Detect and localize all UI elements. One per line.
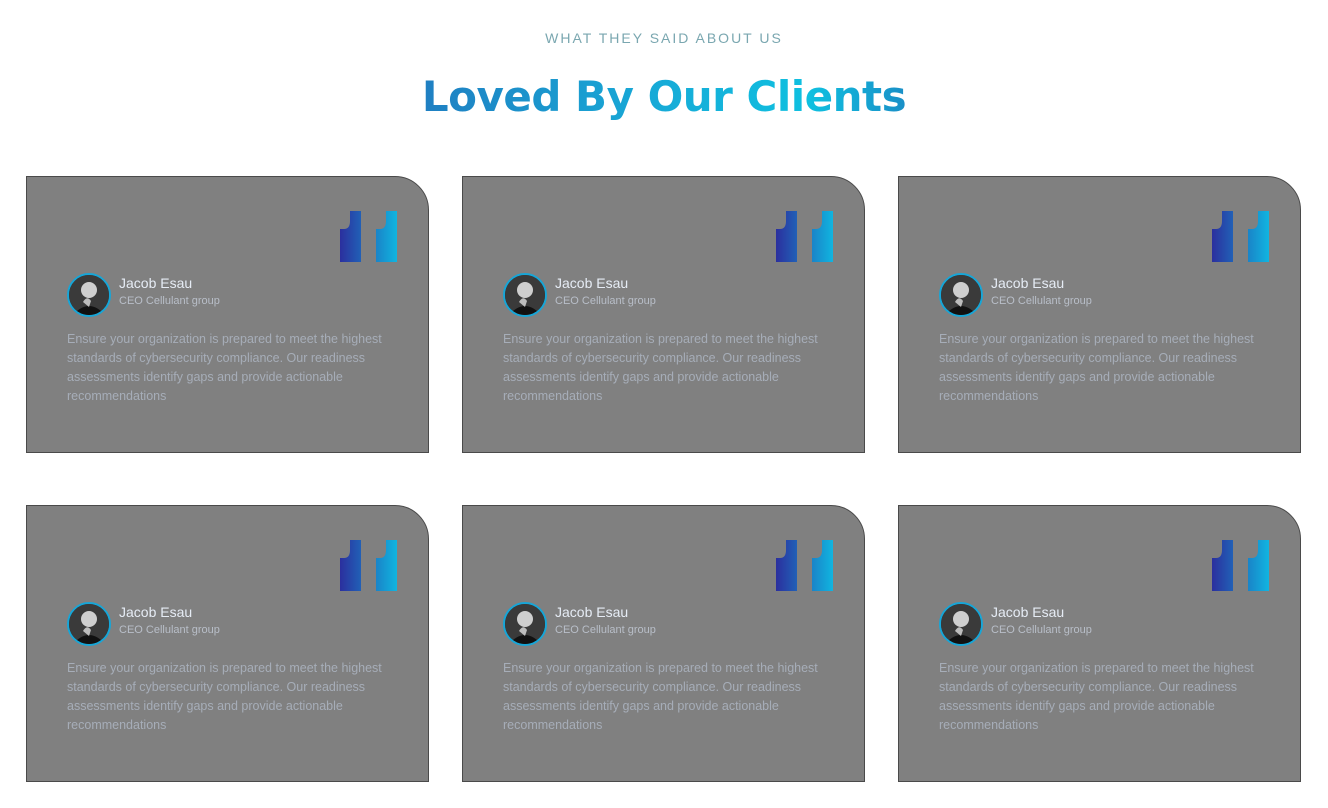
section-eyebrow: WHAT THEY SAID ABOUT US [545, 30, 783, 46]
testimonial-card: Jacob Esau CEO Cellulant group Ensure yo… [26, 505, 429, 782]
author-name: Jacob Esau [119, 603, 193, 620]
author-name: Jacob Esau [991, 603, 1065, 620]
author-role: CEO Cellulant group [991, 623, 1092, 636]
testimonial-text: Ensure your organization is prepared to … [67, 332, 382, 403]
section-title-text: Loved By Our Clients [421, 72, 907, 121]
quote-icon [340, 211, 397, 262]
author-role: CEO Cellulant group [991, 294, 1092, 307]
quote-icon [1212, 540, 1269, 591]
author-role: CEO Cellulant group [555, 294, 656, 307]
quote-icon [776, 540, 833, 591]
author-block: Jacob Esau CEO Cellulant group [939, 273, 1092, 317]
author-role: CEO Cellulant group [119, 623, 220, 636]
author-name: Jacob Esau [119, 274, 193, 291]
author-block: Jacob Esau CEO Cellulant group [939, 602, 1092, 646]
author-name: Jacob Esau [991, 274, 1065, 291]
section-title: Loved By Our Clients [0, 72, 1328, 121]
avatar [939, 273, 983, 317]
author-block: Jacob Esau CEO Cellulant group [67, 273, 220, 317]
quote-icon [340, 540, 397, 591]
quote-icon [1212, 211, 1269, 262]
author-name: Jacob Esau [555, 274, 629, 291]
quote-icon [776, 211, 833, 262]
testimonial-card: Jacob Esau CEO Cellulant group Ensure yo… [462, 505, 865, 782]
author-block: Jacob Esau CEO Cellulant group [67, 602, 220, 646]
author-block: Jacob Esau CEO Cellulant group [503, 602, 656, 646]
testimonial-grid: Jacob Esau CEO Cellulant group Ensure yo… [26, 176, 1302, 782]
testimonial-card: Jacob Esau CEO Cellulant group Ensure yo… [898, 176, 1301, 453]
avatar [503, 273, 547, 317]
author-block: Jacob Esau CEO Cellulant group [503, 273, 656, 317]
avatar [67, 273, 111, 317]
avatar [67, 602, 111, 646]
testimonial-text: Ensure your organization is prepared to … [503, 661, 818, 732]
testimonial-card: Jacob Esau CEO Cellulant group Ensure yo… [26, 176, 429, 453]
avatar [939, 602, 983, 646]
avatar [503, 602, 547, 646]
testimonial-text: Ensure your organization is prepared to … [67, 661, 382, 732]
author-role: CEO Cellulant group [119, 294, 220, 307]
testimonial-text: Ensure your organization is prepared to … [939, 332, 1254, 403]
author-role: CEO Cellulant group [555, 623, 656, 636]
testimonial-card: Jacob Esau CEO Cellulant group Ensure yo… [462, 176, 865, 453]
author-name: Jacob Esau [555, 603, 629, 620]
testimonial-text: Ensure your organization is prepared to … [939, 661, 1254, 732]
testimonial-text: Ensure your organization is prepared to … [503, 332, 818, 403]
testimonial-card: Jacob Esau CEO Cellulant group Ensure yo… [898, 505, 1301, 782]
